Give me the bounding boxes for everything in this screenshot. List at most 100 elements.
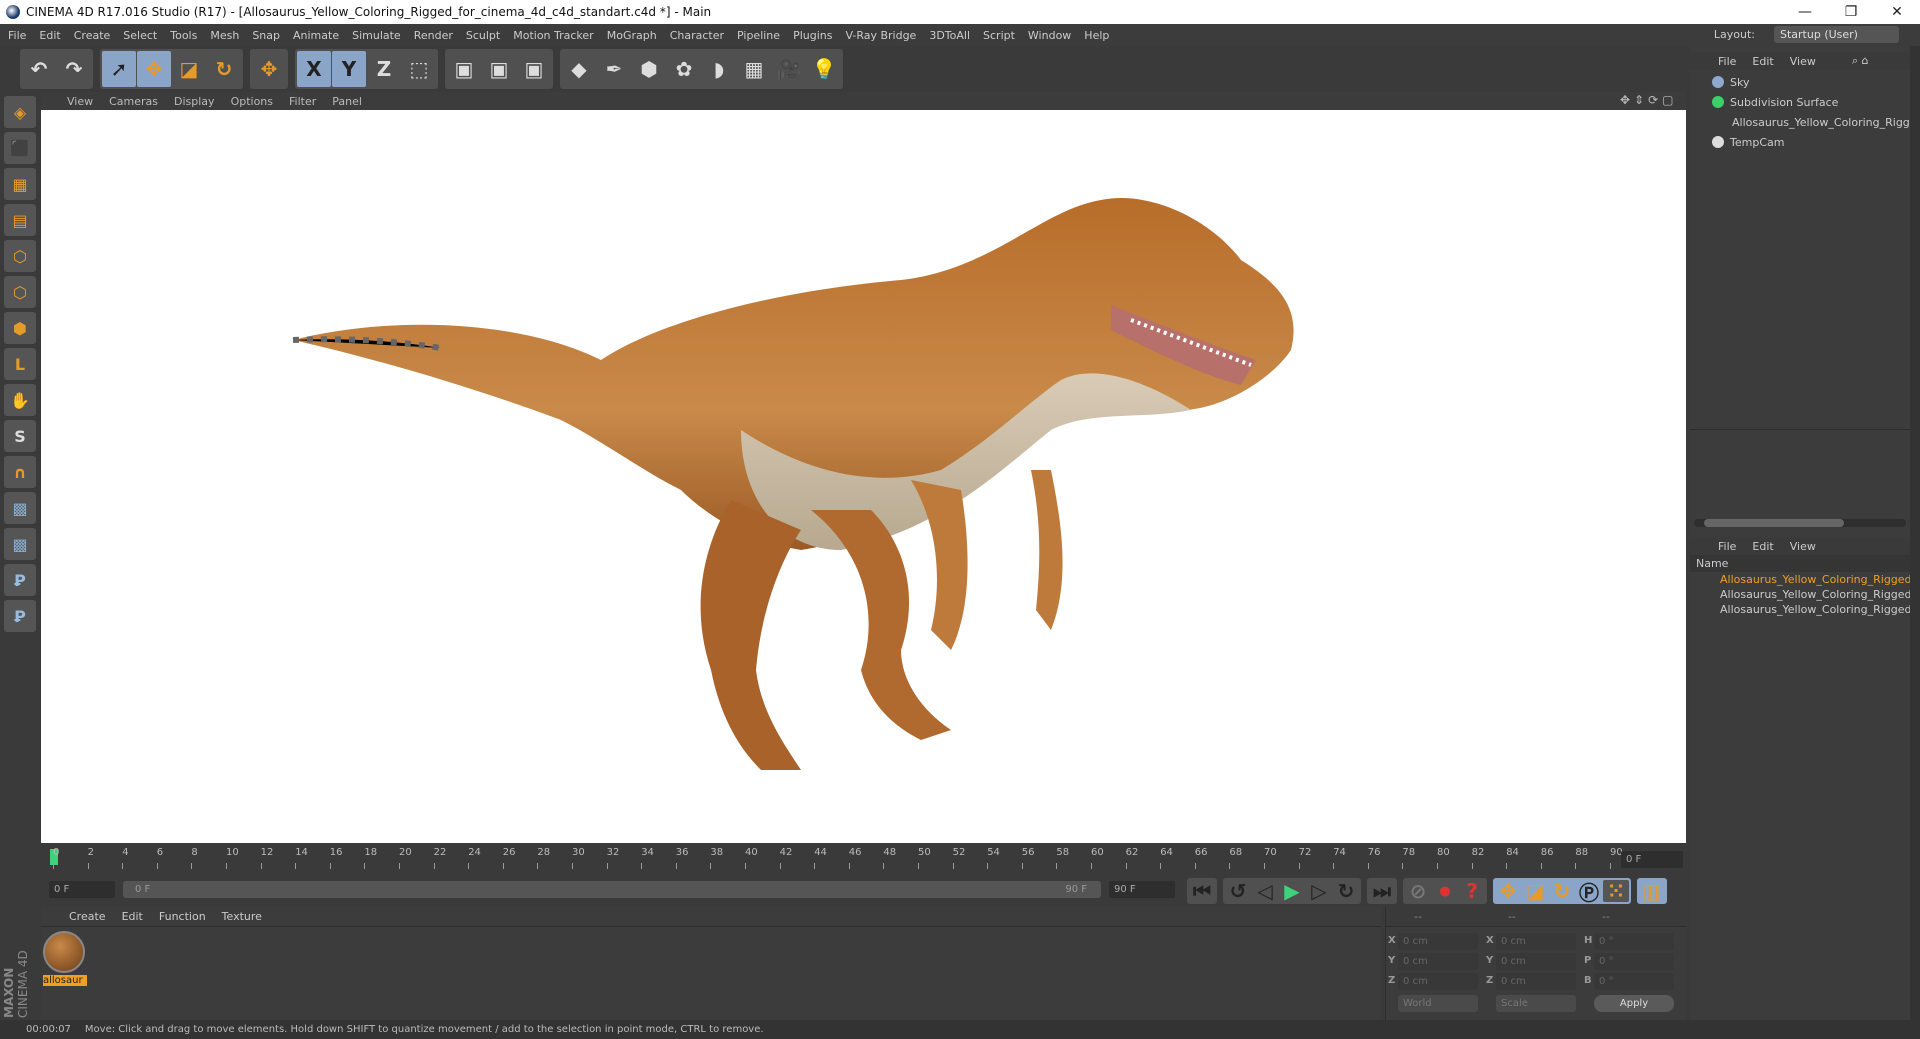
key-rotation-icon[interactable]: ↻ (1549, 879, 1575, 903)
python-icon[interactable]: Ꝑ (4, 564, 36, 596)
go-to-start-icon[interactable]: ⏮ (1189, 879, 1215, 903)
coord-value-field[interactable]: 0 ° (1594, 973, 1674, 990)
camera-icon[interactable]: 🎥 (772, 51, 806, 87)
axis-mode-icon[interactable]: L (4, 348, 36, 380)
sculpt-grid-icon[interactable]: ▩ (4, 492, 36, 524)
coord-value-field[interactable]: 0 cm (1496, 933, 1576, 950)
timeline-window-icon[interactable]: ▥ (1639, 879, 1665, 903)
layer-menu-edit[interactable]: Edit (1752, 540, 1773, 553)
object-manager-scrollbar[interactable] (1694, 519, 1906, 527)
record-keys-icon[interactable]: ⏺ (1432, 879, 1458, 903)
coord-value-field[interactable]: 0 cm (1398, 933, 1478, 950)
subdivision-icon[interactable]: ⬢ (632, 51, 666, 87)
minimize-button[interactable]: — (1782, 0, 1828, 24)
material-menu-create[interactable]: Create (69, 910, 106, 923)
menu-v-ray-bridge[interactable]: V-Ray Bridge (845, 29, 916, 42)
coord-value-field[interactable]: 0 ° (1594, 953, 1674, 970)
go-to-end-icon[interactable]: ⏭ (1369, 879, 1395, 903)
menu-window[interactable]: Window (1028, 29, 1071, 42)
object-item[interactable]: Sky (1690, 72, 1920, 92)
floor-icon[interactable]: ▦ (737, 51, 771, 87)
previous-key-icon[interactable]: ↺ (1225, 879, 1251, 903)
deformer-icon[interactable]: ◗ (702, 51, 736, 87)
x-axis-icon[interactable]: X (297, 51, 331, 87)
render-settings-icon[interactable]: ▣ (517, 51, 551, 87)
menu-create[interactable]: Create (74, 29, 111, 42)
timeline-ruler[interactable]: 0 2 4 6 8 10 12 14 16 18 20 22 24 26 28 30 32 34 36 38 40 42 4… (41, 843, 1686, 875)
y-axis-icon[interactable]: Y (332, 51, 366, 87)
object-menu-file[interactable]: File (1718, 55, 1736, 68)
magnet-icon[interactable]: ∩ (4, 456, 36, 488)
motion-path-icon[interactable]: ⊘ (1405, 879, 1431, 903)
menu-tools[interactable]: Tools (170, 29, 197, 42)
coord-value-field[interactable]: 0 ° (1594, 933, 1674, 950)
viewport-nav-icons[interactable]: ✥⇕⟳▢ (1620, 93, 1678, 107)
menu-render[interactable]: Render (414, 29, 453, 42)
viewport-menu-filter[interactable]: Filter (289, 95, 316, 108)
next-frame-icon[interactable]: ▷ (1306, 879, 1332, 903)
menu-script[interactable]: Script (983, 29, 1015, 42)
points-mode-icon[interactable]: ⬡ (4, 240, 36, 272)
array-icon[interactable]: ✿ (667, 51, 701, 87)
menu-mesh[interactable]: Mesh (210, 29, 239, 42)
layer-menu-file[interactable]: File (1718, 540, 1736, 553)
viewport-menu-cameras[interactable]: Cameras (109, 95, 158, 108)
transform-icon[interactable]: ✥ (252, 51, 286, 87)
render-picture-viewer-icon[interactable]: ▣ (482, 51, 516, 87)
key-parameter-icon[interactable]: Ⓟ (1576, 880, 1602, 905)
key-pla-icon[interactable]: ⁙ (1603, 879, 1629, 903)
autokey-icon[interactable]: ? (1459, 879, 1485, 903)
material-menu-texture[interactable]: Texture (222, 910, 262, 923)
end-frame-field[interactable]: 90 F (1109, 881, 1175, 898)
make-editable-icon[interactable]: ◈ (4, 96, 36, 128)
object-item[interactable]: Subdivision Surface (1690, 92, 1920, 112)
render-view-icon[interactable]: ▣ (447, 51, 481, 87)
coord-value-field[interactable]: 0 cm (1398, 973, 1478, 990)
menu-file[interactable]: File (8, 29, 26, 42)
menu-character[interactable]: Character (670, 29, 724, 42)
layer-item[interactable]: Allosaurus_Yellow_Coloring_Rigged (1690, 572, 1910, 587)
python-script-icon[interactable]: Ꝑ (4, 600, 36, 632)
material-menu-edit[interactable]: Edit (122, 910, 143, 923)
menu-help[interactable]: Help (1084, 29, 1109, 42)
key-scale-icon[interactable]: ◪ (1522, 879, 1548, 903)
key-position-icon[interactable]: ✥ (1495, 879, 1521, 903)
menu-select[interactable]: Select (123, 29, 157, 42)
object-menu-view[interactable]: View (1790, 55, 1816, 68)
viewport-menu-view[interactable]: View (67, 95, 93, 108)
workplane-icon[interactable]: ▤ (4, 204, 36, 236)
object-item[interactable]: TempCam (1690, 132, 1920, 152)
menu-plugins[interactable]: Plugins (793, 29, 832, 42)
tweak-mode-icon[interactable]: ✋ (4, 384, 36, 416)
side-tabs[interactable] (1910, 46, 1920, 1020)
play-icon[interactable]: ▶ (1279, 879, 1305, 903)
material-name[interactable]: allosaur (43, 975, 87, 986)
coord-value-field[interactable]: 0 cm (1496, 973, 1576, 990)
previous-frame-icon[interactable]: ◁ (1252, 879, 1278, 903)
object-item[interactable]: Allosaurus_Yellow_Coloring_Rigged (1690, 112, 1920, 132)
object-menu-edit[interactable]: Edit (1752, 55, 1773, 68)
cube-icon[interactable]: ◆ (562, 51, 596, 87)
z-axis-icon[interactable]: Z (367, 51, 401, 87)
layer-item[interactable]: Allosaurus_Yellow_Coloring_Rigged (1690, 602, 1910, 617)
redo-icon[interactable]: ↷ (57, 51, 91, 87)
model-mode-icon[interactable]: ⬛ (4, 132, 36, 164)
object-search-icon[interactable]: ⌕ ⌂ (1852, 54, 1869, 68)
current-frame-field[interactable]: 0 F (1621, 851, 1683, 868)
material-menu-function[interactable]: Function (159, 910, 206, 923)
pen-spline-icon[interactable]: ✒ (597, 51, 631, 87)
start-frame-field[interactable]: 0 F (49, 881, 115, 898)
scale-icon[interactable]: ◪ (172, 51, 206, 87)
rotate-icon[interactable]: ↻ (207, 51, 241, 87)
coord-value-field[interactable]: 0 cm (1398, 953, 1478, 970)
coord-system-dropdown[interactable]: World (1398, 995, 1478, 1012)
menu-snap[interactable]: Snap (252, 29, 280, 42)
next-key-icon[interactable]: ↻ (1333, 879, 1359, 903)
menu-motion-tracker[interactable]: Motion Tracker (513, 29, 593, 42)
layer-item[interactable]: Allosaurus_Yellow_Coloring_Rigged (1690, 587, 1910, 602)
coord-value-field[interactable]: 0 cm (1496, 953, 1576, 970)
undo-icon[interactable]: ↶ (22, 51, 56, 87)
coord-mode-dropdown[interactable]: Scale (1496, 995, 1576, 1012)
lock-workplane-icon[interactable]: ▩ (4, 528, 36, 560)
move-icon[interactable]: ✥ (137, 51, 171, 87)
